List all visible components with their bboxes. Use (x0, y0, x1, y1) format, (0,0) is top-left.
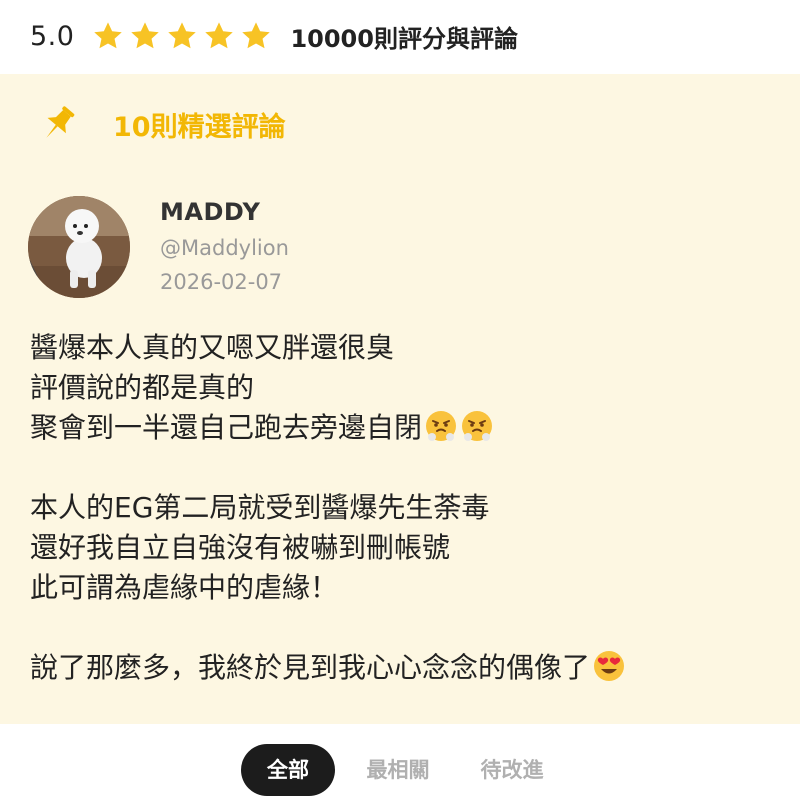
featured-reviews-heading: 10則精選評論 (36, 102, 286, 146)
tab-needs-improvement[interactable]: 待改進 (466, 744, 558, 796)
rating-stars (92, 20, 272, 52)
star-icon (92, 20, 124, 52)
steam-from-nose-emoji-icon (424, 409, 458, 443)
star-icon (240, 20, 272, 52)
review-line-with-emoji: 說了那麼多，我終於見到我心心念念的偶像了 (30, 648, 770, 688)
heart-eyes-emoji-icon (592, 649, 626, 683)
review-date: 2026-02-07 (160, 270, 283, 294)
review-count: 10000則評分與評論 (290, 24, 518, 53)
steam-from-nose-emoji-icon (460, 409, 494, 443)
star-icon (166, 20, 198, 52)
featured-review-panel: 10則精選評論 MADDY @Maddylion 2026-02-07 醬爆本人… (0, 74, 800, 724)
featured-reviews-label: 10則精選評論 (113, 111, 286, 143)
review-line: 本人的EG第二局就受到醬爆先生荼毒 (30, 491, 490, 524)
review-line-text: 說了那麼多，我終於見到我心心念念的偶像了 (30, 651, 591, 684)
review-line: 此可謂為虐緣中的虐緣！ (30, 571, 339, 604)
pin-icon (36, 102, 80, 146)
tab-all[interactable]: 全部 (241, 744, 335, 796)
rating-summary: 5.0 10000則評分與評論 (0, 0, 800, 72)
avatar[interactable] (28, 196, 130, 298)
star-icon (129, 20, 161, 52)
rating-value: 5.0 (30, 20, 75, 52)
review-line-text: 聚會到一半還自己跑去旁邊自閉 (30, 411, 423, 444)
review-paragraph-gap (30, 608, 770, 648)
review-line-with-emoji: 聚會到一半還自己跑去旁邊自閉 (30, 408, 770, 448)
tab-most-relevant[interactable]: 最相關 (352, 744, 444, 796)
review-text: 醬爆本人真的又嗯又胖還很臭 評價說的都是真的 聚會到一半還自己跑去旁邊自閉 本人… (30, 328, 770, 688)
star-icon (203, 20, 235, 52)
review-paragraph-gap (30, 448, 770, 488)
reviewer-name: MADDY (160, 198, 261, 226)
review-line: 還好我自立自強沒有被嚇到刪帳號 (30, 531, 451, 564)
reviewer-handle[interactable]: @Maddylion (160, 236, 289, 260)
review-line: 評價說的都是真的 (30, 371, 255, 404)
review-line: 醬爆本人真的又嗯又胖還很臭 (30, 331, 395, 364)
review-filter-tabs: 全部 最相關 待改進 (0, 724, 800, 800)
